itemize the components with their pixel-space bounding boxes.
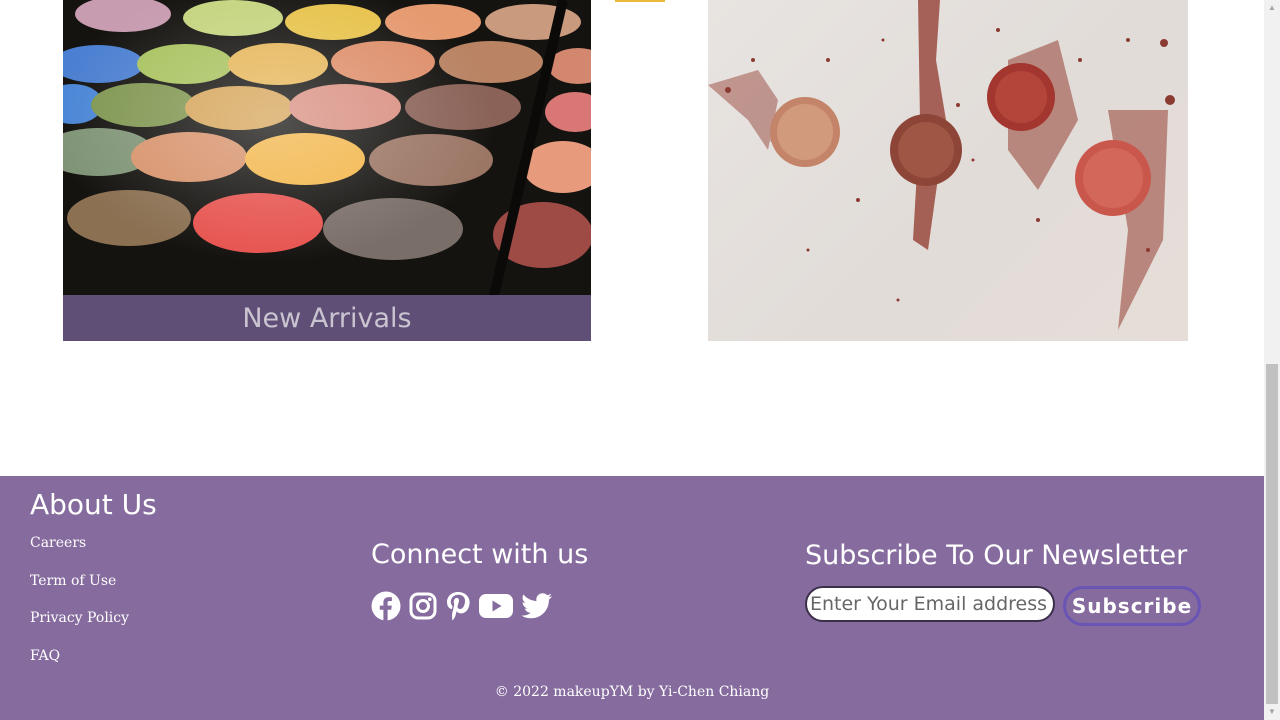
terms-of-use-link[interactable]: Term of Use xyxy=(30,573,116,589)
faq-link[interactable]: FAQ xyxy=(30,648,60,664)
social-links xyxy=(371,591,553,626)
twitter-icon[interactable] xyxy=(521,592,553,625)
email-field[interactable] xyxy=(805,586,1055,622)
new-arrivals-caption[interactable]: New Arrivals xyxy=(63,295,591,341)
copyright-text: © 2022 makeupYM by Yi-Chen Chiang xyxy=(494,684,770,700)
privacy-policy-link[interactable]: Privacy Policy xyxy=(30,610,129,626)
list-item: Term of Use xyxy=(30,572,129,610)
list-item: Privacy Policy xyxy=(30,609,129,647)
crushed-powder-image xyxy=(708,0,1175,330)
pinterest-icon[interactable] xyxy=(445,591,471,626)
list-item: Careers xyxy=(30,534,129,572)
instagram-icon[interactable] xyxy=(409,592,437,625)
connect-heading: Connect with us xyxy=(371,539,589,570)
scroll-down-arrow-icon[interactable]: ▼ xyxy=(1264,704,1280,720)
facebook-icon[interactable] xyxy=(371,591,401,626)
new-arrivals-card[interactable]: New Arrivals xyxy=(63,0,591,341)
page-scrollbar[interactable]: ▲ ▼ xyxy=(1264,0,1280,720)
scroll-up-arrow-icon[interactable]: ▲ xyxy=(1264,0,1280,16)
about-us-heading: About Us xyxy=(30,488,157,521)
list-item: FAQ xyxy=(30,647,129,685)
subscribe-button[interactable]: Subscribe xyxy=(1063,586,1201,626)
newsletter-heading: Subscribe To Our Newsletter xyxy=(805,540,1188,571)
about-links-list: Careers Term of Use Privacy Policy FAQ xyxy=(30,534,129,684)
youtube-icon[interactable] xyxy=(479,593,513,624)
scrollbar-thumb[interactable] xyxy=(1266,364,1278,704)
careers-link[interactable]: Careers xyxy=(30,535,86,551)
site-footer: About Us Careers Term of Use Privacy Pol… xyxy=(0,476,1264,720)
eyeshadow-palette-image xyxy=(63,0,591,341)
top-accent-tab xyxy=(615,0,665,2)
crushed-powder-card[interactable] xyxy=(708,0,1188,341)
